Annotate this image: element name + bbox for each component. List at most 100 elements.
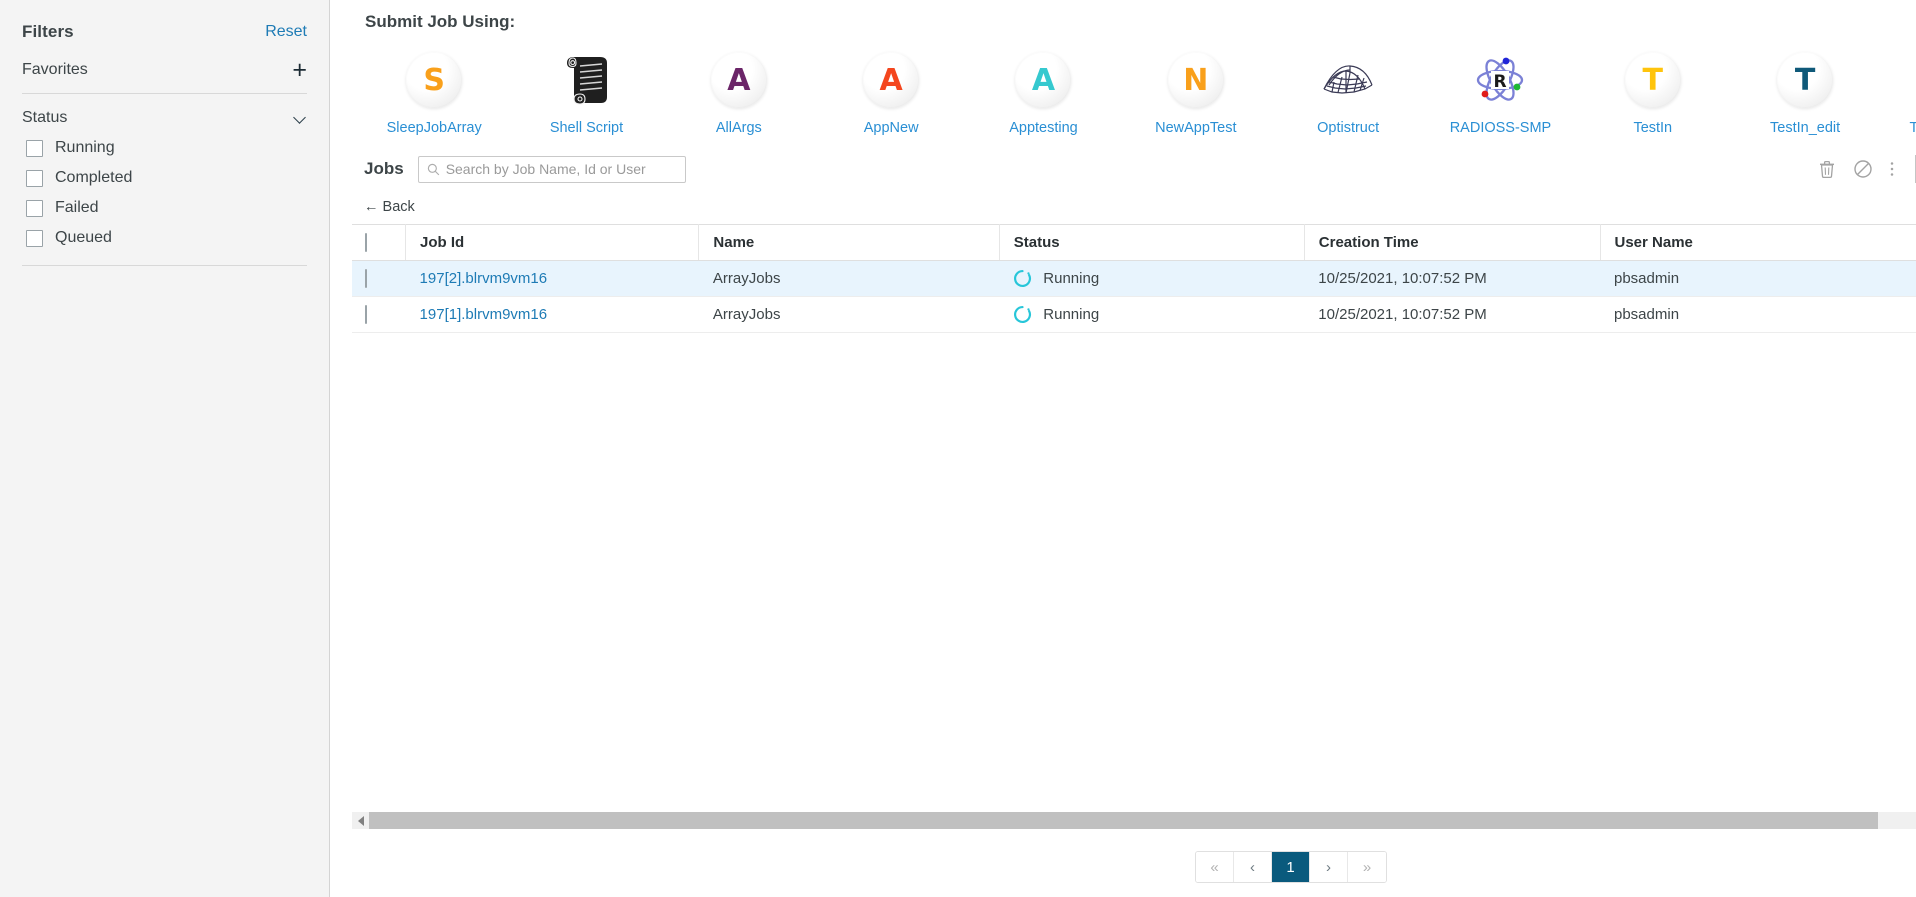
page-number-1[interactable]: 1	[1272, 852, 1310, 882]
table-body: 197[2].blrvm9vm16 ArrayJobs Running 10/2…	[352, 260, 1916, 333]
checkbox-row[interactable]	[365, 305, 367, 324]
column-header-job-id[interactable]: Job Id	[405, 224, 700, 261]
status-text: Running	[1043, 306, 1100, 323]
scroll-left-arrow-icon[interactable]	[352, 812, 369, 829]
pagination-bar: « ‹ 1 › »	[330, 837, 1916, 897]
page-last-button[interactable]: »	[1348, 852, 1386, 882]
filter-option-running[interactable]: Running	[22, 133, 307, 163]
cell-job-id: 197[2].blrvm9vm16	[405, 260, 699, 297]
filters-title: Filters	[22, 22, 74, 41]
cell-user-name: pbsadmin	[1600, 296, 1916, 333]
table-row[interactable]: 197[1].blrvm9vm16 ArrayJobs Running 10/2…	[352, 296, 1916, 333]
filter-label: Completed	[55, 169, 133, 186]
jobs-section-label: Jobs	[364, 159, 404, 178]
app-tile-testin[interactable]: T TestIn	[1577, 52, 1729, 136]
app-tile-testin-edit[interactable]: T TestIn_edit	[1729, 52, 1881, 136]
filter-option-completed[interactable]: Completed	[22, 163, 307, 193]
page-next-button[interactable]: ›	[1310, 852, 1348, 882]
app-tile-optistruct[interactable]: Optistruct	[1272, 52, 1424, 136]
back-row: ← Back	[330, 186, 1916, 224]
filters-header: Filters Reset	[22, 0, 307, 42]
cell-creation-time: 10/25/2021, 10:07:52 PM	[1304, 296, 1600, 333]
filters-sidebar: Filters Reset Favorites + Status Running…	[0, 0, 330, 897]
letter-a-icon: A	[1015, 52, 1072, 108]
toolbar-icon-group	[1817, 159, 1895, 179]
status-group-header[interactable]: Status	[22, 94, 307, 133]
search-box[interactable]	[417, 155, 686, 183]
scrollbar-thumb[interactable]	[369, 812, 1879, 829]
filter-label: Running	[55, 139, 115, 156]
letter-n-icon: N	[1167, 52, 1224, 108]
reset-filters-link[interactable]: Reset	[265, 23, 307, 41]
chevron-down-icon[interactable]	[294, 112, 307, 125]
filter-option-failed[interactable]: Failed	[22, 193, 307, 223]
checkbox-row[interactable]	[365, 269, 367, 288]
spinner-icon	[1014, 269, 1032, 287]
app-tile-newapptest[interactable]: N NewAppTest	[1120, 52, 1272, 136]
column-header-user-name[interactable]: User Name	[1600, 224, 1916, 261]
favorites-section: Favorites +	[22, 42, 307, 94]
job-id-link[interactable]: 197[2].blrvm9vm16	[420, 270, 548, 287]
app-tile-sleepjobarray[interactable]: S SleepJobArray	[358, 52, 510, 136]
search-input[interactable]	[445, 161, 685, 177]
filter-label: Queued	[55, 229, 112, 246]
page-first-button[interactable]: «	[1196, 852, 1234, 882]
status-text: Running	[1043, 270, 1100, 287]
checkbox-queued[interactable]	[26, 229, 43, 247]
checkbox-running[interactable]	[26, 139, 43, 157]
cell-user-name: pbsadmin	[1600, 260, 1916, 297]
letter-t-icon: T	[1624, 52, 1681, 108]
app-label: Optistruct	[1317, 120, 1380, 136]
column-header-status[interactable]: Status	[999, 224, 1305, 261]
app-tile-shell-script[interactable]: Shell Script	[510, 52, 662, 136]
cell-name: ArrayJobs	[698, 296, 1000, 333]
table-row[interactable]: 197[2].blrvm9vm16 ArrayJobs Running 10/2…	[352, 260, 1916, 297]
app-tile-appnew[interactable]: A AppNew	[815, 52, 967, 136]
app-tile-radioss-smp[interactable]: R RADIOSS-SMP	[1424, 52, 1576, 136]
cell-status: Running	[999, 260, 1305, 297]
app-tile-testingapp123[interactable]: T TestingApp123	[1881, 52, 1916, 136]
app-label: TestingApp123	[1909, 120, 1916, 136]
app-tile-apptesting[interactable]: A Apptesting	[967, 52, 1119, 136]
letter-t-icon: T	[1777, 52, 1834, 108]
app-label: NewAppTest	[1155, 120, 1237, 136]
horizontal-scrollbar[interactable]	[352, 812, 1916, 829]
back-link[interactable]: ← Back	[364, 199, 415, 215]
app-label: AllArgs	[715, 120, 762, 136]
app-label: TestIn	[1633, 120, 1673, 136]
cell-job-id: 197[1].blrvm9vm16	[405, 296, 699, 333]
block-icon[interactable]	[1853, 159, 1873, 179]
checkbox-failed[interactable]	[26, 199, 43, 217]
pagination-control: « ‹ 1 › »	[1195, 851, 1387, 883]
job-submission-page: Filters Reset Favorites + Status Running…	[0, 0, 1916, 897]
jobs-toolbar: Jobs Search by Job Name, Id or User	[330, 136, 1916, 186]
column-header-creation-time[interactable]: Creation Time	[1304, 224, 1601, 261]
row-select-cell[interactable]	[352, 260, 406, 297]
select-all-header[interactable]	[352, 224, 407, 261]
letter-a-icon: A	[863, 52, 920, 108]
cell-status: Running	[999, 296, 1305, 333]
app-label: AppNew	[863, 120, 919, 136]
more-vertical-icon[interactable]	[1889, 159, 1895, 179]
checkbox-select-all[interactable]	[365, 233, 367, 252]
letter-a-icon: A	[710, 52, 767, 108]
checkbox-completed[interactable]	[26, 169, 43, 187]
row-select-cell[interactable]	[352, 296, 406, 333]
search-icon	[427, 163, 439, 175]
column-header-name[interactable]: Name	[698, 224, 1000, 261]
scrollbar-track[interactable]	[369, 812, 1916, 829]
delete-icon[interactable]	[1817, 159, 1837, 179]
job-id-link[interactable]: 197[1].blrvm9vm16	[420, 306, 548, 323]
app-label: RADIOSS-SMP	[1449, 120, 1552, 136]
status-badge: Running	[1013, 269, 1304, 288]
sidebar-divider	[22, 265, 307, 266]
page-prev-button[interactable]: ‹	[1234, 852, 1272, 882]
cell-creation-time: 10/25/2021, 10:07:52 PM	[1304, 260, 1600, 297]
app-label: Shell Script	[549, 120, 624, 136]
plus-icon[interactable]: +	[292, 58, 307, 83]
mesh-structure-icon	[1320, 52, 1376, 108]
main-content: Submit Job Using: S SleepJobArray Shell …	[330, 0, 1916, 897]
spinner-icon	[1014, 305, 1032, 323]
app-tile-allargs[interactable]: A AllArgs	[663, 52, 815, 136]
filter-option-queued[interactable]: Queued	[22, 223, 307, 253]
